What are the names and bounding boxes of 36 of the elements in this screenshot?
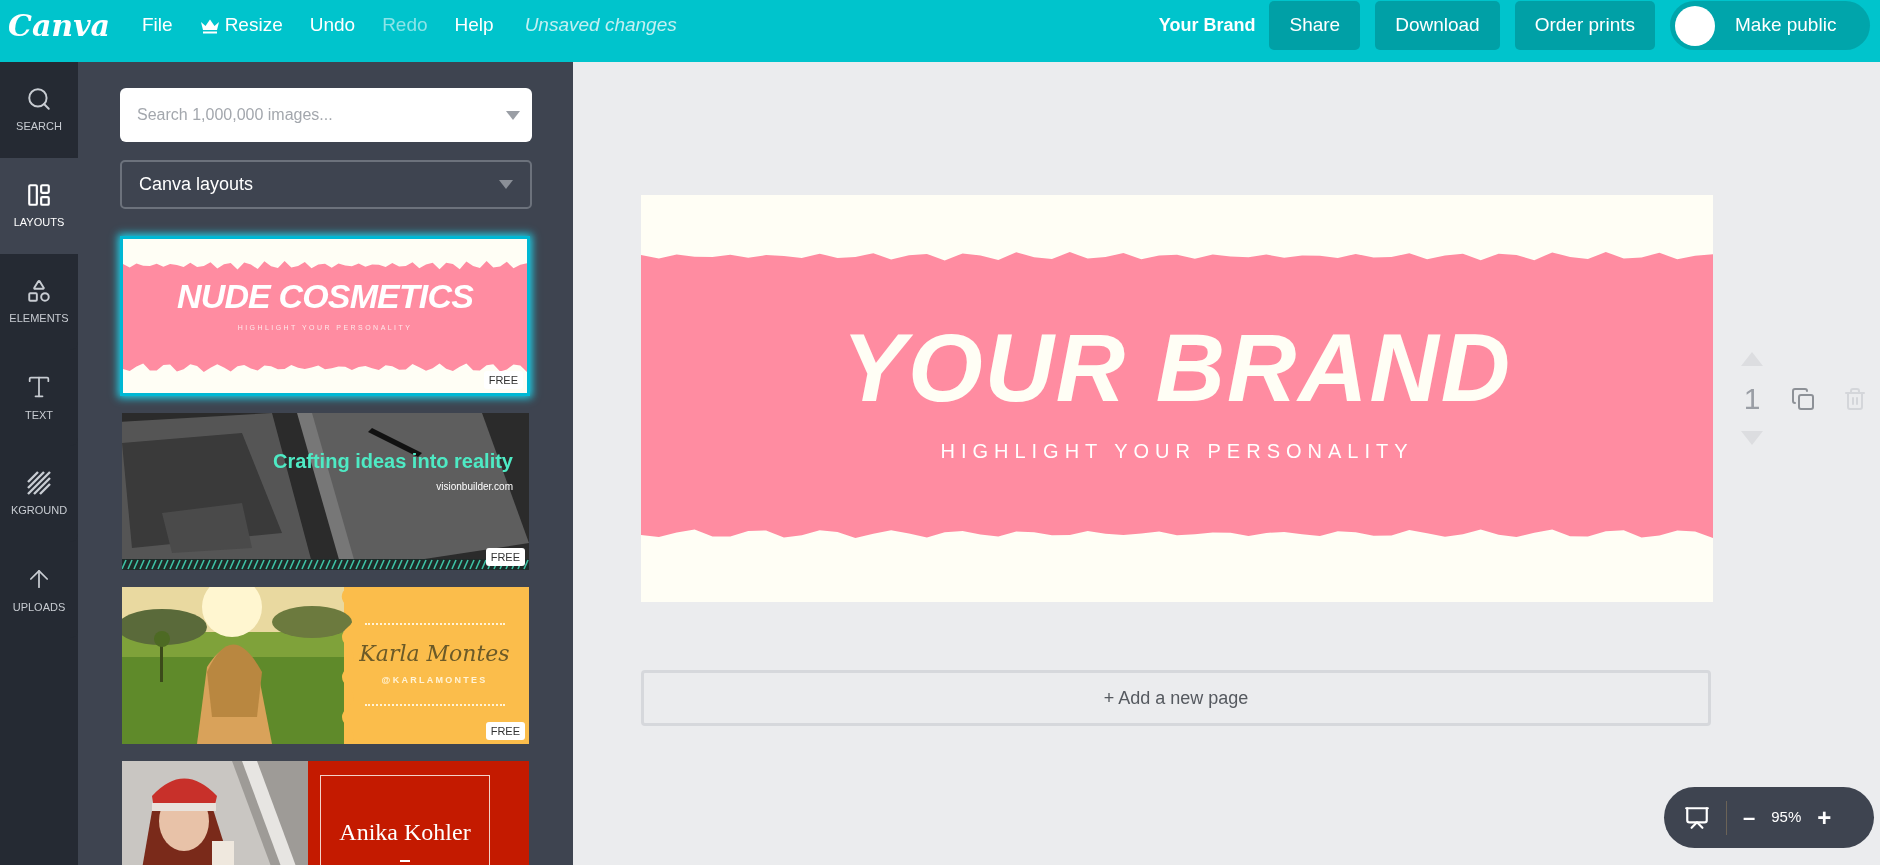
duplicate-icon[interactable] [1791,386,1815,411]
layout-icon [26,181,52,208]
save-status: Unsaved changes [524,13,677,38]
hatch-icon [26,469,52,496]
shapes-icon [26,277,52,304]
toggle-knob [1675,5,1715,46]
layout-thumbnail[interactable]: Anika Kohler [122,761,529,865]
layout-title: Anika Kohler [339,818,471,847]
layout-title: NUDE COSMETICS [177,279,473,313]
zoom-out-button[interactable]: – [1743,801,1756,834]
free-badge: FREE [483,370,523,389]
zoom-level: 95% [1771,807,1802,828]
add-page-button[interactable]: + Add a new page [641,670,1711,726]
layout-subtitle: @KARLAMONTES [381,674,488,687]
layout-thumbnail[interactable]: Karla Montes @KARLAMONTES FREE [122,587,529,744]
layout-title: Crafting ideas into reality [272,449,513,474]
dropdown-caret-icon[interactable] [506,111,520,120]
layout-subtitle: visionbuilder.com [436,480,513,494]
design-subtitle: HIGHLIGHT YOUR PERSONALITY [940,439,1414,464]
rail-tab[interactable]: LAYOUTS [0,158,78,254]
top-button[interactable]: Order prints [1514,1,1655,50]
crown-icon [199,17,220,34]
zoom-in-button[interactable]: + [1817,799,1832,836]
design-title: YOUR BRAND [842,320,1512,416]
search-field[interactable]: Search 1,000,000 images... [120,88,532,142]
page-number: 1 [1743,381,1761,417]
free-badge: FREE [485,721,525,740]
dropdown-caret-icon [499,180,513,189]
layout-title: Karla Montes [359,640,510,668]
present-icon[interactable] [1684,804,1710,831]
top-button[interactable]: Download [1375,1,1500,50]
layout-thumbnail[interactable]: Crafting ideas into reality visionbuilder.com FREE [122,413,529,570]
brand-name: Your Brand [1158,14,1256,37]
layout-source-dropdown[interactable]: Canva layouts [120,160,532,209]
search-icon [26,85,52,112]
top-button[interactable]: Share [1269,1,1361,50]
